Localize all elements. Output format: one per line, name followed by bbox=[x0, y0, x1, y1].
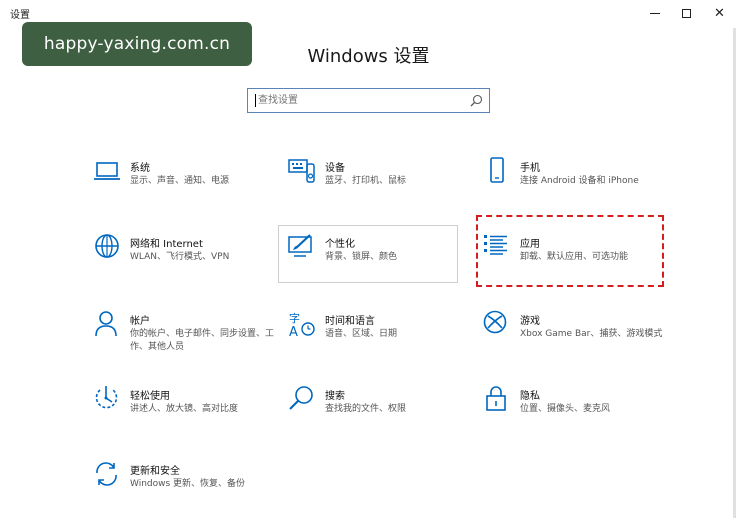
tile-description: 背景、锁屏、颜色 bbox=[325, 252, 398, 262]
close-button[interactable]: ✕ bbox=[703, 0, 736, 26]
tile-description: 连接 Android 设备和 iPhone bbox=[520, 176, 639, 186]
tile-personalization[interactable]: 个性化 背景、锁屏、颜色 bbox=[288, 233, 466, 297]
maximize-button[interactable] bbox=[670, 0, 703, 26]
lock-icon bbox=[486, 386, 506, 411]
apps-list-icon bbox=[484, 235, 507, 255]
tile-title: 更新和安全 bbox=[130, 466, 180, 477]
page-title: Windows 设置 bbox=[307, 46, 430, 67]
tile-description: Xbox Game Bar、捕获、游戏模式 bbox=[520, 329, 663, 339]
search-box[interactable] bbox=[247, 88, 490, 113]
ease-of-access-icon bbox=[95, 386, 118, 409]
tile-apps[interactable]: 应用 卸载、默认应用、可选功能 bbox=[483, 233, 661, 297]
text-caret bbox=[255, 94, 256, 107]
search-icon[interactable] bbox=[470, 94, 483, 107]
tile-title: 个性化 bbox=[325, 239, 355, 250]
xbox-icon bbox=[483, 310, 507, 334]
tile-title: 轻松使用 bbox=[130, 391, 170, 402]
tile-title: 系统 bbox=[130, 163, 150, 174]
watermark-text: happy-yaxing.com.cn bbox=[43, 34, 231, 54]
tile-description: 你的帐户、电子邮件、同步设置、工作、其他人员 bbox=[130, 329, 275, 352]
tile-title: 隐私 bbox=[520, 391, 540, 402]
minimize-button[interactable] bbox=[638, 0, 671, 26]
tile-title: 设备 bbox=[325, 163, 345, 174]
tile-title: 搜索 bbox=[325, 391, 345, 402]
person-icon bbox=[95, 311, 117, 337]
tile-description: Windows 更新、恢复、备份 bbox=[130, 479, 246, 489]
tile-network[interactable]: 网络和 Internet WLAN、飞行模式、VPN bbox=[93, 233, 271, 297]
tile-search[interactable]: 搜索 查找我的文件、权限 bbox=[288, 385, 466, 449]
time-language-icon: 字 A bbox=[289, 311, 315, 338]
tile-description: WLAN、飞行模式、VPN bbox=[130, 252, 230, 262]
tile-accounts[interactable]: 帐户 你的帐户、电子邮件、同步设置、工作、其他人员 bbox=[93, 310, 274, 374]
tile-title: 游戏 bbox=[520, 316, 540, 327]
paint-icon bbox=[288, 234, 312, 257]
tile-description: 蓝牙、打印机、鼠标 bbox=[325, 176, 407, 186]
tile-title: 应用 bbox=[520, 239, 540, 250]
svg-text:字: 字 bbox=[289, 311, 300, 325]
minimize-icon bbox=[649, 12, 660, 14]
tile-title: 帐户 bbox=[130, 316, 150, 327]
tile-devices[interactable]: 设备 蓝牙、打印机、鼠标 bbox=[288, 157, 466, 221]
watermark: happy-yaxing.com.cn bbox=[22, 22, 252, 66]
search-icon bbox=[289, 386, 313, 410]
tile-gaming[interactable]: 游戏 Xbox Game Bar、捕获、游戏模式 bbox=[483, 310, 662, 374]
tile-title: 时间和语言 bbox=[325, 316, 375, 327]
tile-title: 网络和 Internet bbox=[130, 239, 203, 250]
tile-phone[interactable]: 手机 连接 Android 设备和 iPhone bbox=[483, 157, 661, 221]
tile-update-security[interactable]: 更新和安全 Windows 更新、恢复、备份 bbox=[93, 460, 271, 523]
tile-description: 讲述人、放大镜、高对比度 bbox=[130, 404, 239, 414]
globe-icon bbox=[95, 234, 119, 258]
laptop-icon bbox=[94, 162, 120, 180]
tile-description: 语音、区域、日期 bbox=[325, 329, 398, 339]
svg-text:A: A bbox=[289, 325, 298, 338]
search-input[interactable] bbox=[258, 92, 463, 109]
window-title: 设置 bbox=[10, 10, 30, 21]
tile-description: 卸载、默认应用、可选功能 bbox=[520, 252, 629, 262]
close-icon: ✕ bbox=[714, 5, 725, 21]
tile-description: 查找我的文件、权限 bbox=[325, 404, 407, 414]
scrollbar[interactable] bbox=[733, 28, 736, 518]
tile-time-language[interactable]: 字 A 时间和语言 语音、区域、日期 bbox=[288, 310, 466, 374]
maximize-icon bbox=[682, 8, 691, 18]
phone-icon bbox=[490, 157, 504, 183]
tile-system[interactable]: 系统 显示、声音、通知、电源 bbox=[93, 157, 271, 221]
tile-ease-of-access[interactable]: 轻松使用 讲述人、放大镜、高对比度 bbox=[93, 385, 271, 449]
sync-icon bbox=[96, 462, 117, 486]
tile-privacy[interactable]: 隐私 位置、摄像头、麦克风 bbox=[483, 385, 661, 449]
tile-description: 位置、摄像头、麦克风 bbox=[520, 404, 611, 414]
tile-title: 手机 bbox=[520, 163, 540, 174]
tile-description: 显示、声音、通知、电源 bbox=[130, 176, 230, 186]
keyboard-icon bbox=[288, 159, 315, 183]
